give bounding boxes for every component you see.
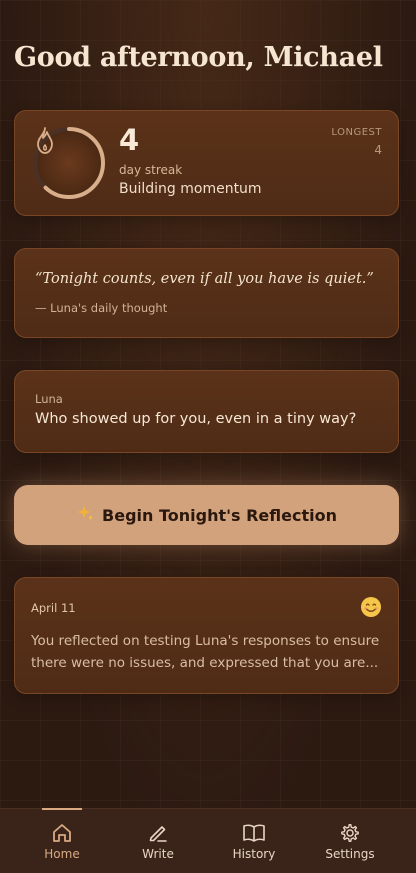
begin-reflection-label: Begin Tonight's Reflection [102, 505, 337, 525]
gear-icon [341, 823, 359, 842]
tab-write-label: Write [142, 847, 174, 861]
streak-message: Building momentum [119, 181, 262, 197]
streak-count: 4 [119, 123, 140, 157]
flame-icon [37, 127, 53, 154]
tab-home[interactable]: Home [10, 809, 114, 873]
recent-entry-card[interactable]: April 11 You reflected on testing Luna's… [14, 577, 399, 694]
daily-quote: “Tonight counts, even if all you have is… [35, 271, 374, 287]
begin-reflection-button[interactable]: Begin Tonight's Reflection [14, 485, 399, 545]
book-icon [243, 824, 265, 842]
luna-prompt-card[interactable]: Luna Who showed up for you, even in a ti… [14, 370, 399, 453]
tab-history-label: History [232, 847, 276, 861]
bottom-tab-bar: Home Write History Settings [0, 808, 416, 873]
quote-attribution: — Luna's daily thought [35, 301, 168, 315]
tab-home-label: Home [44, 847, 80, 861]
streak-unit-label: day streak [119, 163, 183, 177]
streak-card: 4 day streak Building momentum LONGEST 4 [14, 110, 399, 216]
pen-icon [149, 826, 167, 842]
entry-summary: You reflected on testing Luna's response… [31, 633, 380, 671]
longest-streak-label: LONGEST [331, 127, 382, 138]
longest-streak-value: 4 [374, 143, 382, 157]
tab-settings[interactable]: Settings [298, 809, 402, 873]
prompt-author: Luna [35, 392, 63, 406]
daily-thought-card: “Tonight counts, even if all you have is… [14, 248, 399, 338]
greeting-title: Good afternoon, Michael [14, 42, 383, 73]
tab-write[interactable]: Write [106, 809, 210, 873]
smiling-face-icon [361, 597, 381, 617]
tab-settings-label: Settings [325, 847, 375, 861]
prompt-question: Who showed up for you, even in a tiny wa… [35, 411, 357, 427]
streak-ring [31, 125, 107, 201]
sparkles-icon [76, 504, 94, 526]
home-icon [53, 824, 71, 842]
tab-history[interactable]: History [202, 809, 306, 873]
entry-date: April 11 [31, 601, 76, 615]
